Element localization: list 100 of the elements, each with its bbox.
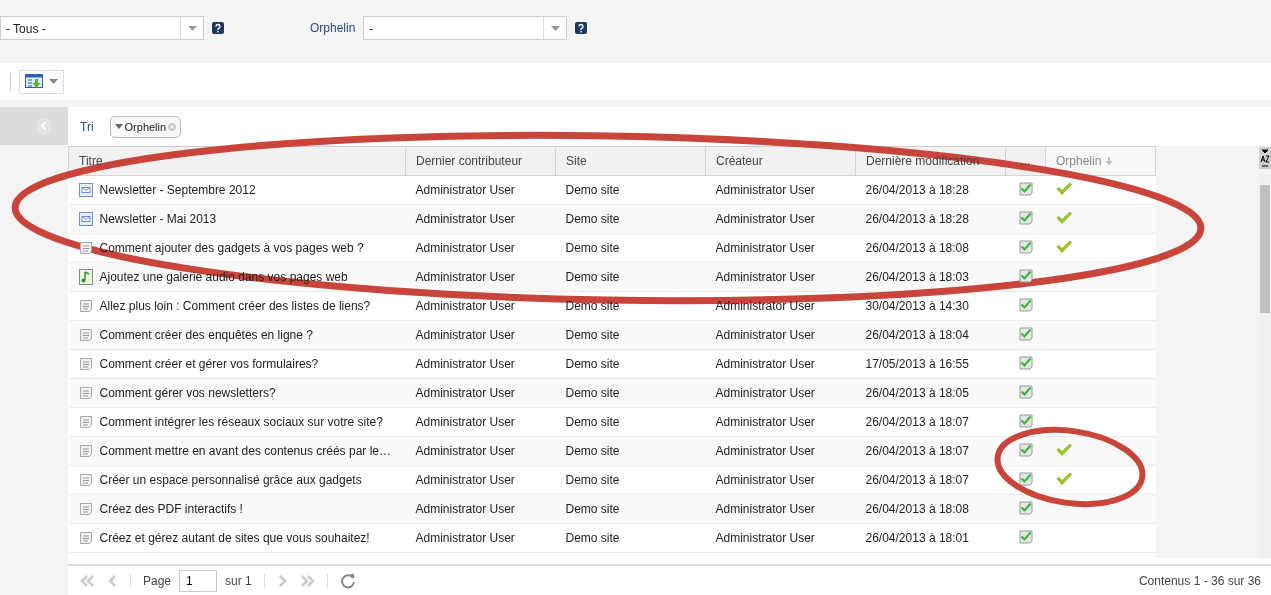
document-icon [78, 328, 93, 342]
caret-icon [49, 79, 58, 84]
checkmark-icon [1055, 210, 1072, 225]
document-icon [78, 241, 93, 255]
table-cell: Administrator User [405, 378, 556, 408]
table-cell: Créez des PDF interactifs ! [68, 494, 406, 524]
validated-icon [1017, 412, 1034, 429]
collapse-icon[interactable] [36, 118, 52, 134]
checkmark-icon [1055, 181, 1072, 196]
column-header[interactable]: Créateur [705, 146, 856, 176]
validated-icon [1017, 209, 1034, 226]
table-cell: Administrator User [405, 349, 556, 379]
envelope-icon [78, 212, 93, 226]
table-cell: Administrator User [705, 465, 856, 495]
validated-icon [1017, 499, 1034, 516]
table-cell: Administrator User [705, 378, 856, 408]
previous-page-icon[interactable] [108, 574, 118, 587]
sort-order-icon[interactable] [1259, 147, 1271, 169]
table-cell: Administrator User [405, 233, 556, 263]
table-cell: Comment gérer vos newsletters? [68, 378, 406, 408]
document-icon [78, 531, 93, 545]
scrollbar[interactable] [1259, 173, 1271, 558]
table-cell: Comment mettre en avant des contenus créés par le… [68, 436, 406, 466]
table-cell: Administrator User [405, 204, 556, 234]
validated-icon [1017, 325, 1034, 342]
table-cell: 17/05/2013 à 16:55 [855, 349, 1006, 379]
caret-icon [114, 124, 123, 129]
validated-icon [1017, 528, 1034, 545]
table-cell: Administrator User [705, 204, 856, 234]
validated-icon [1017, 470, 1034, 487]
table-cell: Administrator User [705, 320, 856, 350]
column-header[interactable]: Site [555, 146, 706, 176]
table-cell: Administrator User [405, 175, 556, 205]
page-label: Page [143, 573, 172, 588]
document-icon [78, 299, 93, 313]
table-cell: Créez et gérez autant de sites que vous souhaitez! [68, 523, 406, 553]
column-header[interactable]: Orphelin [1045, 146, 1156, 176]
sort-chip[interactable]: Orphelin [109, 115, 182, 138]
table-cell: Administrator User [405, 407, 556, 437]
page-count: sur 1 [225, 573, 252, 588]
caret-icon [550, 25, 560, 31]
table-cell: 26/04/2013 à 18:01 [855, 523, 1006, 553]
column-header[interactable]: Dernier contributeur [405, 146, 556, 176]
table-cell: 26/04/2013 à 18:28 [855, 175, 1006, 205]
table-cell: Administrator User [405, 320, 556, 350]
validated-icon [1017, 383, 1034, 400]
table-cell: Administrator User [705, 407, 856, 437]
table-export-icon [25, 73, 43, 90]
table-cell: Créer un espace personnalisé grâce aux gadgets [68, 465, 406, 495]
table-cell: Comment intégrer les réseaux sociaux sur votre site? [68, 407, 406, 437]
page-input[interactable]: 1 [179, 569, 218, 592]
validated-icon [1017, 354, 1034, 371]
table-cell: Administrator User [705, 436, 856, 466]
table-cell: Administrator User [705, 262, 856, 292]
table-cell: Newsletter - Mai 2013 [68, 204, 406, 234]
table-cell: Demo site [555, 262, 706, 292]
sort-label: Tri [80, 119, 94, 134]
validated-icon [1017, 267, 1034, 284]
table-cell: Comment créer des enquêtes en ligne ? [68, 320, 406, 350]
document-icon [78, 357, 93, 371]
table-cell: Administrator User [705, 494, 856, 524]
table-cell: 26/04/2013 à 18:07 [855, 465, 1006, 495]
refresh-icon[interactable] [339, 572, 356, 589]
table-cell: 26/04/2013 à 18:07 [855, 407, 1006, 437]
next-page-icon[interactable] [276, 574, 287, 587]
table-cell: Allez plus loin : Comment créer des listes de liens? [68, 291, 406, 321]
table-cell: Administrator User [405, 523, 556, 553]
first-page-icon[interactable] [80, 574, 96, 587]
table-cell: Demo site [555, 465, 706, 495]
help-icon[interactable] [212, 22, 224, 34]
table-cell: Administrator User [705, 233, 856, 263]
table-cell: Demo site [555, 436, 706, 466]
table-cell: Comment créer et gérer vos formulaires? [68, 349, 406, 379]
remove-icon[interactable] [168, 122, 177, 131]
music-note-icon [78, 269, 93, 285]
table-cell: Demo site [555, 407, 706, 437]
table-cell: Demo site [555, 204, 706, 234]
table-cell: Demo site [555, 233, 706, 263]
table-cell: Newsletter - Septembre 2012 [68, 175, 406, 205]
table-cell: Comment ajouter des gadgets à vos pages web ? [68, 233, 406, 263]
table-cell: Administrator User [705, 349, 856, 379]
table-cell: 26/04/2013 à 18:05 [855, 378, 1006, 408]
filter-dropdown[interactable]: - [363, 16, 568, 40]
export-button[interactable] [19, 69, 64, 94]
document-icon [78, 502, 93, 516]
results-summary: Contenus 1 - 36 sur 36 [1138, 573, 1261, 588]
table-cell: Administrator User [405, 494, 556, 524]
table-cell: Demo site [555, 378, 706, 408]
checkmark-icon [1055, 442, 1072, 457]
table-cell: Demo site [555, 523, 706, 553]
table-cell: Demo site [555, 291, 706, 321]
validated-icon [1017, 441, 1034, 458]
help-icon[interactable] [575, 22, 588, 34]
table-cell: 30/04/2013 à 14:30 [855, 291, 1006, 321]
table-cell: Demo site [555, 320, 706, 350]
filter-dropdown[interactable]: - Tous - [0, 16, 204, 40]
table-cell: Administrator User [705, 523, 856, 553]
last-page-icon[interactable] [298, 574, 315, 587]
table-cell: 26/04/2013 à 18:08 [855, 233, 1006, 263]
table-cell: Demo site [555, 494, 706, 524]
